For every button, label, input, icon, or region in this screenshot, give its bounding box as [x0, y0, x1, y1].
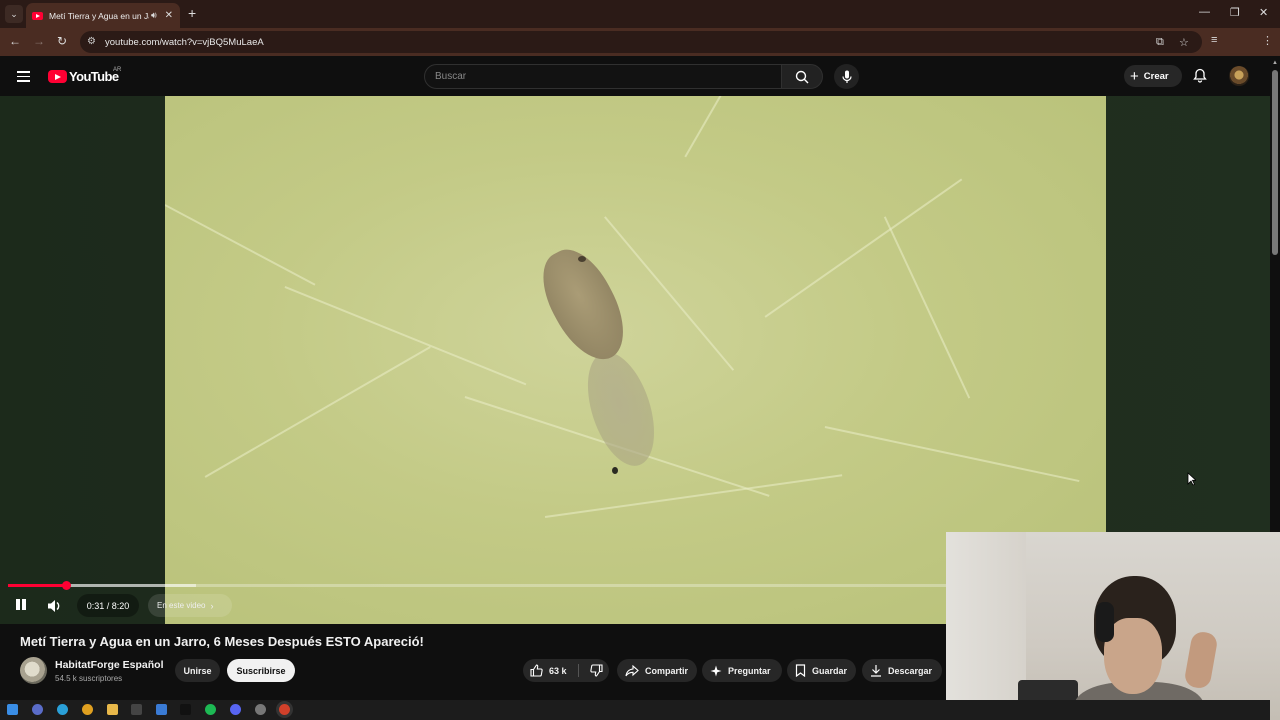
- chapter-label: En este video: [157, 601, 206, 610]
- tiktok-icon[interactable]: [180, 704, 191, 715]
- ask-button[interactable]: Preguntar: [702, 659, 782, 682]
- share-icon: [625, 664, 639, 676]
- bookmark-star-icon[interactable]: ☆: [1179, 36, 1189, 49]
- outlook-icon[interactable]: [156, 704, 167, 715]
- download-button[interactable]: Descargar: [862, 659, 942, 682]
- browser-tab-active[interactable]: Metí Tierra y Agua en un Jarro, 6 Meses …: [26, 3, 180, 28]
- time-display: 0:31 / 8:20: [77, 594, 139, 617]
- url-text: youtube.com/watch?v=vjBQ5MuLaeA: [105, 36, 264, 48]
- scroll-up-arrow-icon[interactable]: ▲: [1272, 60, 1278, 66]
- water-speck: [612, 467, 618, 474]
- webcam-overlay: [946, 532, 1280, 720]
- ask-label: Preguntar: [728, 665, 771, 676]
- sparkle-icon: [710, 665, 722, 676]
- volume-button[interactable]: [47, 599, 63, 618]
- like-button[interactable]: 63 k: [523, 659, 576, 682]
- video-title: Metí Tierra y Agua en un Jarro, 6 Meses …: [20, 634, 424, 649]
- progress-played: [8, 584, 67, 587]
- progress-scrubber[interactable]: [61, 581, 71, 590]
- search-box: [424, 64, 782, 89]
- reload-icon[interactable]: ↻: [57, 34, 67, 48]
- thumbs-up-icon: [530, 664, 543, 677]
- forward-icon[interactable]: →: [33, 34, 45, 48]
- windows-start-icon[interactable]: [7, 704, 18, 715]
- minimize-icon[interactable]: —: [1199, 6, 1210, 18]
- tab-title: Metí Tierra y Agua en un Jarro, 6 Meses …: [49, 10, 149, 21]
- create-button[interactable]: + Crear: [1124, 65, 1182, 87]
- chrome-active-icon[interactable]: [279, 704, 290, 715]
- create-label: Crear: [1143, 70, 1169, 82]
- restore-icon[interactable]: ❐: [1230, 6, 1240, 19]
- pause-icon: [16, 599, 20, 610]
- browser-toolbar: ← → ↻ ⚙︎ youtube.com/watch?v=vjBQ5MuLaeA…: [0, 28, 1280, 76]
- search-input[interactable]: [425, 65, 781, 88]
- discord-icon[interactable]: [230, 704, 241, 715]
- download-icon: [871, 665, 881, 677]
- share-label: Compartir: [645, 665, 689, 676]
- taskbar-app-icon[interactable]: [32, 704, 43, 715]
- back-icon[interactable]: ←: [9, 34, 21, 48]
- site-info-icon[interactable]: ⚙︎: [87, 36, 99, 48]
- like-divider: [578, 664, 579, 677]
- chapters-button[interactable]: En este video ›: [148, 594, 232, 617]
- microphone-icon: [841, 70, 852, 83]
- download-label: Descargar: [888, 665, 933, 676]
- webcam-person-hand: [1183, 630, 1219, 690]
- youtube-logo-icon[interactable]: [48, 70, 67, 83]
- tab-audio-icon[interactable]: 🔊︎: [151, 10, 157, 21]
- search-button[interactable]: [781, 64, 823, 89]
- voice-search-button[interactable]: [834, 64, 859, 89]
- subscribe-button[interactable]: Suscribirse: [227, 659, 295, 682]
- new-tab-icon[interactable]: +: [188, 5, 196, 21]
- tadpole-eye: [578, 256, 586, 262]
- file-explorer-icon[interactable]: [107, 704, 118, 715]
- menu-icon[interactable]: [17, 71, 30, 85]
- plus-icon: +: [1130, 67, 1139, 85]
- user-avatar[interactable]: [1229, 66, 1249, 86]
- notifications-bell-icon[interactable]: [1193, 68, 1207, 88]
- browser-menu-icon[interactable]: ⋮: [1262, 34, 1273, 47]
- volume-icon: [48, 600, 60, 612]
- like-dislike-group: 63 k: [523, 659, 609, 682]
- close-window-icon[interactable]: ✕: [1259, 6, 1268, 19]
- youtube-header: YouTube AR + Crear: [0, 56, 1280, 96]
- browser-tab-bar: ⌄ Metí Tierra y Agua en un Jarro, 6 Mese…: [0, 0, 1280, 28]
- channel-name[interactable]: HabitatForge Español: [55, 659, 164, 671]
- mouse-cursor-icon: [1187, 472, 1196, 486]
- youtube-favicon-icon: [32, 11, 43, 20]
- store-icon[interactable]: [131, 704, 142, 715]
- spotify-icon[interactable]: [205, 704, 216, 715]
- thumbs-down-icon: [589, 664, 603, 677]
- media-control-icon[interactable]: ≡: [1211, 34, 1217, 46]
- like-count: 63 k: [549, 665, 567, 676]
- webcam-wall: [946, 532, 1026, 720]
- address-bar[interactable]: ⚙︎ youtube.com/watch?v=vjBQ5MuLaeA ⧉ ☆: [80, 31, 1202, 53]
- pause-button[interactable]: [14, 598, 28, 612]
- chevron-right-icon: ›: [210, 600, 214, 611]
- share-button[interactable]: Compartir: [617, 659, 697, 682]
- chrome-icon[interactable]: [82, 704, 93, 715]
- tab-close-icon[interactable]: ✕: [165, 10, 173, 21]
- search-icon: [795, 70, 809, 83]
- save-button[interactable]: Guardar: [787, 659, 856, 682]
- save-label: Guardar: [812, 665, 848, 676]
- install-app-icon[interactable]: ⧉: [1156, 36, 1164, 49]
- join-button[interactable]: Unirse: [175, 659, 220, 682]
- bookmark-icon: [795, 664, 806, 677]
- channel-avatar[interactable]: [20, 657, 47, 684]
- webcam-headset: [1096, 602, 1114, 642]
- subscriber-count: 54.5 k suscriptores: [55, 674, 123, 683]
- country-code: AR: [113, 67, 122, 73]
- youtube-wordmark[interactable]: YouTube: [69, 69, 119, 84]
- edge-icon[interactable]: [57, 704, 68, 715]
- dislike-button[interactable]: [583, 659, 609, 682]
- obs-icon[interactable]: [255, 704, 266, 715]
- tab-search-chevron-icon[interactable]: ⌄: [5, 5, 23, 23]
- scrollbar-thumb[interactable]: [1272, 70, 1278, 255]
